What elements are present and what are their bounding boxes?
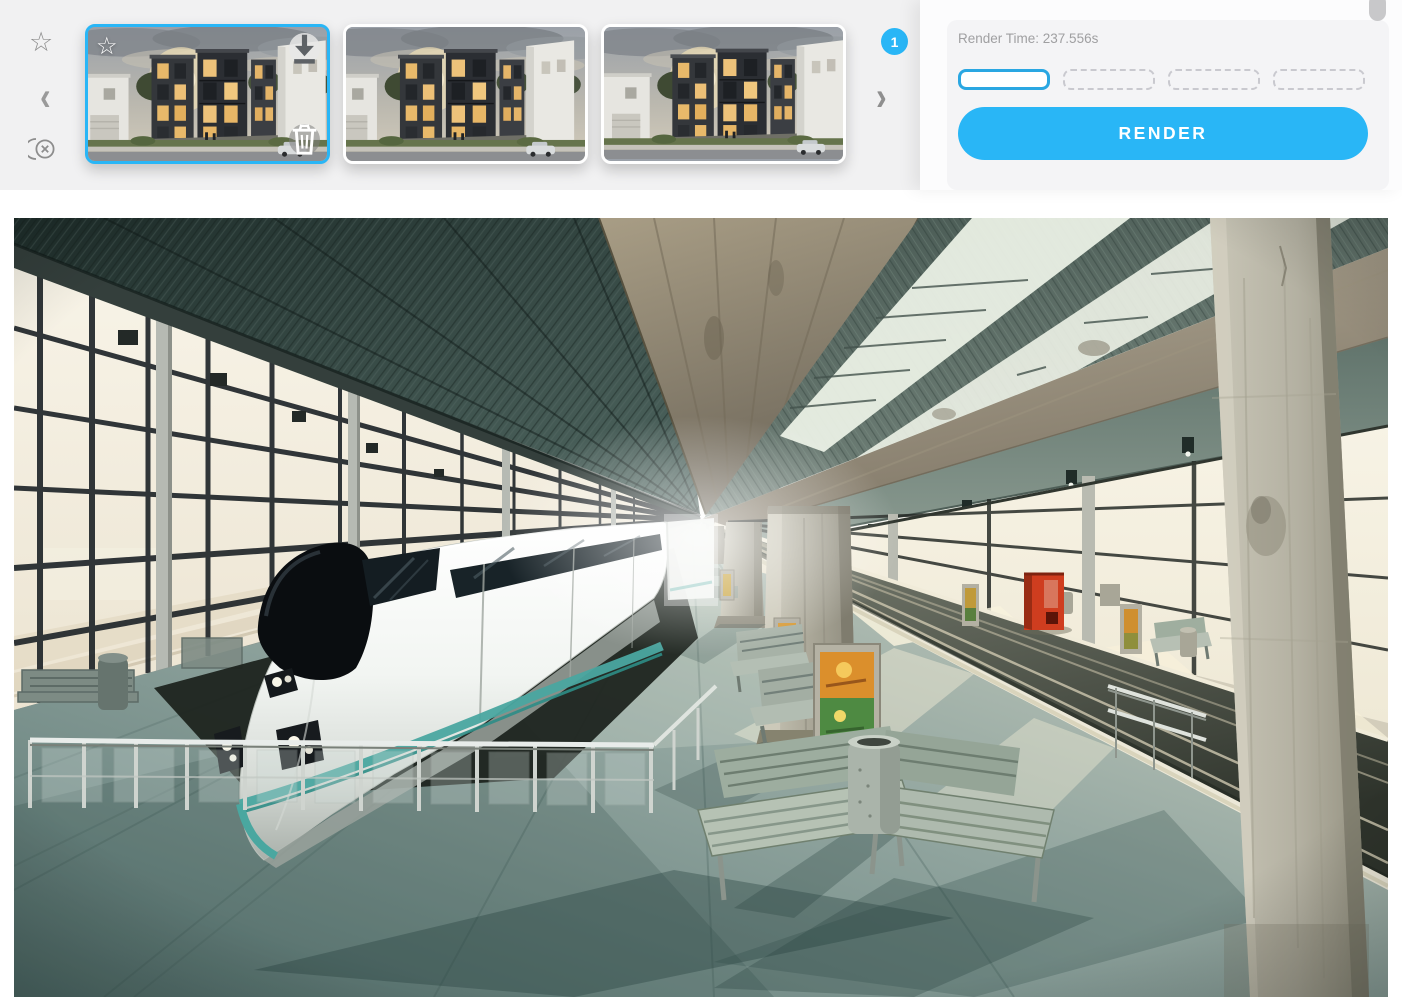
deselect-all-button[interactable] — [28, 136, 58, 164]
chevron-left-icon: ‹ — [40, 74, 51, 119]
chevron-right-icon: › — [876, 74, 887, 119]
station-render-image — [14, 218, 1388, 997]
next-thumbnails-button[interactable]: › — [876, 76, 887, 116]
thumbnail-1[interactable]: ☆ — [85, 24, 330, 164]
render-viewer — [14, 218, 1388, 997]
thumbnail-strip: ☆ — [85, 24, 846, 164]
thumbnail-2[interactable] — [343, 24, 588, 164]
render-progress — [958, 69, 1365, 90]
delete-button[interactable] — [289, 124, 320, 155]
progress-segment — [1273, 69, 1365, 90]
app-root: ☆ ‹ ☆ — [0, 0, 1402, 1008]
selection-count-badge: 1 — [881, 28, 908, 55]
prev-thumbnails-button[interactable]: ‹ — [40, 76, 51, 116]
star-icon: ☆ — [29, 27, 53, 57]
favorite-filter-button[interactable]: ☆ — [29, 29, 53, 56]
progress-segment — [1063, 69, 1155, 90]
progress-segment — [1168, 69, 1260, 90]
render-time-label: Render Time: 237.556s — [958, 31, 1098, 46]
scrollbar-thumb[interactable] — [1369, 0, 1386, 21]
thumbnail-3[interactable] — [601, 24, 846, 164]
download-icon — [289, 33, 320, 64]
circle-x-icon — [28, 136, 58, 162]
download-button[interactable] — [289, 33, 320, 64]
trash-icon — [289, 124, 320, 155]
progress-segment — [958, 69, 1050, 90]
top-toolbar: ☆ ‹ ☆ — [0, 0, 1402, 190]
render-button[interactable]: RENDER — [958, 107, 1368, 160]
render-panel: Render Time: 237.556s RENDER — [920, 0, 1402, 190]
thumbnail-star-icon[interactable]: ☆ — [96, 32, 118, 61]
